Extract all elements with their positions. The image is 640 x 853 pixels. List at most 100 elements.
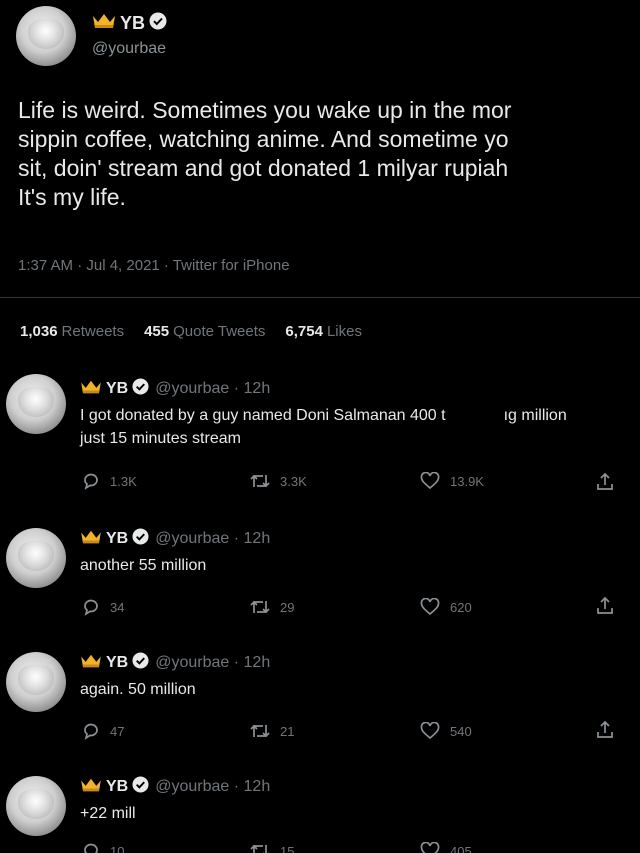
heart-icon <box>420 472 440 490</box>
heart-icon <box>420 842 440 853</box>
handle-time[interactable]: @yourbae · 12h <box>155 380 270 398</box>
like-count: 620 <box>450 599 472 615</box>
author-name-text: YB <box>106 530 129 547</box>
handle-time[interactable]: @yourbae · 12h <box>155 530 270 548</box>
tweet-text: Life is weird. Sometimes you wake up in … <box>18 96 511 212</box>
retweet-count: 3.3K <box>280 473 307 489</box>
avatar[interactable] <box>16 6 76 66</box>
share-icon <box>597 720 613 738</box>
reply-count: 10 <box>110 843 125 853</box>
heart-icon <box>420 722 440 740</box>
retweet-action[interactable]: 3.3K <box>250 472 307 490</box>
share-action[interactable] <box>596 596 614 616</box>
reply-tweet[interactable]: YB @yourbae · 12h +22 mill 10 15 405 <box>0 770 640 853</box>
like-count: 540 <box>450 723 472 739</box>
retweet-count: 21 <box>280 723 295 739</box>
retweets-stat[interactable]: 1,036 Retweets <box>20 323 124 340</box>
handle-time[interactable]: @yourbae · 12h <box>155 654 270 672</box>
handle-time[interactable]: @yourbae · 12h <box>155 778 270 796</box>
reply-count: 1.3K <box>110 473 137 489</box>
reply-header: YB @yourbae · 12h <box>80 378 270 400</box>
like-action[interactable]: 405 <box>420 842 472 853</box>
quote-tweets-label: Quote Tweets <box>173 323 266 340</box>
author-handle[interactable]: @yourbae <box>92 40 166 58</box>
reply-action[interactable]: 34 <box>82 598 124 616</box>
share-action[interactable] <box>596 720 614 740</box>
like-action[interactable]: 620 <box>420 598 472 616</box>
reply-icon <box>84 599 98 616</box>
share-icon <box>597 472 613 490</box>
reply-action[interactable]: 1.3K <box>82 472 137 490</box>
reply-tweet[interactable]: YB @yourbae · 12h another 55 million 34 … <box>0 522 640 632</box>
like-action[interactable]: 540 <box>420 722 472 740</box>
reply-text: another 55 million <box>80 557 207 574</box>
reply-header: YB @yourbae · 12h <box>80 776 270 798</box>
author-display-name[interactable]: YB <box>92 12 167 35</box>
reply-tweet[interactable]: YB @yourbae · 12h again. 50 million 47 2… <box>0 646 640 756</box>
reply-text-part: ıg million <box>503 407 567 424</box>
retweet-icon <box>250 600 270 614</box>
tweet-text-line: sit, doin' stream and got donated 1 mily… <box>18 155 509 181</box>
author-name-text: YB <box>106 654 129 671</box>
like-count: 405 <box>450 843 472 853</box>
reply-text-line: just 15 minutes stream <box>80 430 241 447</box>
likes-stat[interactable]: 6,754 Likes <box>285 323 362 340</box>
retweet-action[interactable]: 15 <box>250 842 294 853</box>
share-icon <box>597 596 613 614</box>
retweet-count: 15 <box>280 843 295 853</box>
verified-badge-icon <box>149 12 167 35</box>
author-name-text: YB <box>106 380 129 397</box>
share-action[interactable] <box>596 472 614 492</box>
crown-icon <box>80 529 102 550</box>
author-display-name[interactable]: YB <box>80 378 149 400</box>
reply-tweet[interactable]: YB @yourbae · 12h I got donated by a guy… <box>0 370 640 500</box>
reply-header: YB @yourbae · 12h <box>80 528 270 550</box>
reply-text: +22 mill <box>80 805 136 822</box>
retweet-action[interactable]: 21 <box>250 722 294 740</box>
avatar[interactable] <box>6 776 66 836</box>
author-name-text: YB <box>106 778 129 795</box>
verified-badge-icon <box>132 528 149 550</box>
like-count: 13.9K <box>450 473 484 489</box>
avatar[interactable] <box>6 374 66 434</box>
author-display-name[interactable]: YB <box>80 528 149 550</box>
reply-count: 47 <box>110 723 125 739</box>
author-display-name[interactable]: YB <box>80 652 149 674</box>
tweet-timestamp[interactable]: 1:37 AM · Jul 4, 2021 · Twitter for iPho… <box>18 257 290 274</box>
tweet-text-line: sippin coffee, watching anime. And somet… <box>18 126 509 152</box>
quote-tweets-count: 455 <box>144 323 170 340</box>
likes-count: 6,754 <box>285 323 323 340</box>
retweet-action[interactable]: 29 <box>250 598 294 616</box>
reply-icon <box>84 473 98 490</box>
reply-count: 34 <box>110 599 125 615</box>
verified-badge-icon <box>132 378 149 400</box>
quote-tweets-stat[interactable]: 455 Quote Tweets <box>144 323 265 340</box>
reply-text-part: I got donated by a guy named Doni Salman… <box>80 407 446 424</box>
avatar[interactable] <box>6 528 66 588</box>
retweet-count: 29 <box>280 599 295 615</box>
crown-icon <box>80 653 102 674</box>
reply-text: I got donated by a guy named Doni Salman… <box>80 404 567 450</box>
divider <box>0 297 640 298</box>
retweet-icon <box>250 724 270 738</box>
reply-text: again. 50 million <box>80 681 196 698</box>
retweets-label: Retweets <box>61 323 125 340</box>
reply-action[interactable]: 10 <box>82 842 124 853</box>
retweet-icon <box>250 474 270 488</box>
author-display-name[interactable]: YB <box>80 776 149 798</box>
heart-icon <box>420 598 440 616</box>
tweet-text-line: Life is weird. Sometimes you wake up in … <box>18 97 512 123</box>
likes-label: Likes <box>326 323 362 340</box>
reply-action[interactable]: 47 <box>82 722 124 740</box>
like-action[interactable]: 13.9K <box>420 472 484 490</box>
tweet-text-line: It's my life. <box>18 184 126 210</box>
avatar[interactable] <box>6 652 66 712</box>
retweets-count: 1,036 <box>20 323 58 340</box>
verified-badge-icon <box>132 652 149 674</box>
author-name-text: YB <box>120 13 146 33</box>
reply-icon <box>84 723 98 740</box>
engagement-stats: 1,036 Retweets 455 Quote Tweets 6,754 Likes <box>20 323 362 340</box>
crown-icon <box>92 12 116 35</box>
verified-badge-icon <box>132 776 149 798</box>
reply-icon <box>84 843 98 853</box>
